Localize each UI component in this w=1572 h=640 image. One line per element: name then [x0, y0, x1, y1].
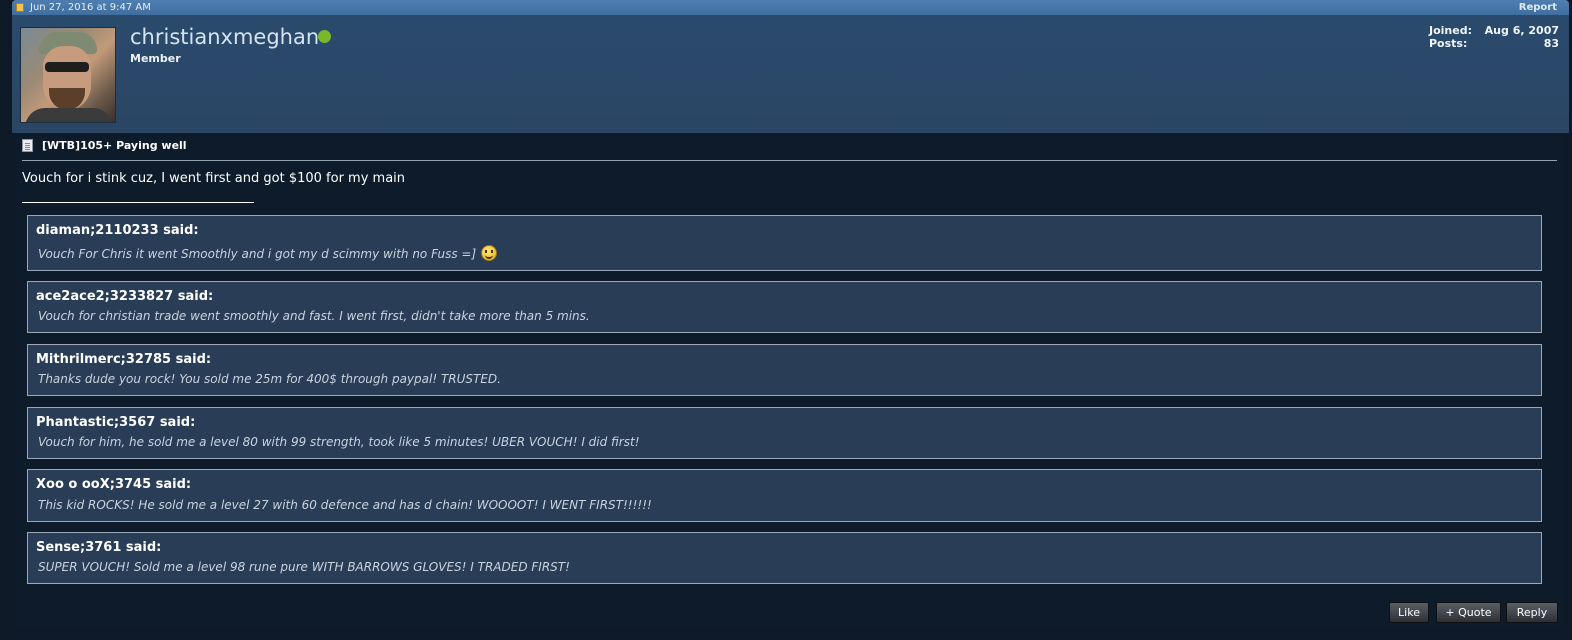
- title-divider: [22, 160, 1557, 161]
- quote-button[interactable]: + Quote: [1436, 602, 1501, 623]
- post-message: Vouch for i stink cuz, I went first and …: [22, 171, 406, 186]
- user-title: Member: [130, 52, 181, 65]
- quote-author[interactable]: Phantastic;3567 said:: [36, 415, 195, 430]
- quote-text-row: Vouch For Chris it went Smoothly and i g…: [38, 245, 498, 261]
- quote-author[interactable]: Xoo o ooX;3745 said:: [36, 477, 191, 492]
- post-date: Jun 27, 2016 at 9:47 AM: [30, 2, 151, 13]
- joined-value: Aug 6, 2007: [1484, 24, 1559, 37]
- quote-text: Vouch for him, he sold me a level 80 wit…: [38, 435, 640, 449]
- quote-block: ace2ace2;3233827 said: Vouch for christi…: [27, 281, 1542, 333]
- post-title: [WTB]105+ Paying well: [42, 139, 187, 152]
- document-icon: [22, 139, 33, 152]
- quote-text: Vouch For Chris it went Smoothly and i g…: [38, 247, 477, 261]
- quote-author[interactable]: Sense;3761 said:: [36, 540, 161, 555]
- username-link[interactable]: christianxmeghan: [130, 25, 319, 49]
- quote-block: diaman;2110233 said: Vouch For Chris it …: [27, 215, 1542, 271]
- quote-author[interactable]: diaman;2110233 said:: [36, 223, 199, 238]
- joined-label: Joined:: [1429, 24, 1472, 37]
- user-info-panel: christianxmeghan Member Joined: Aug 6, 2…: [12, 15, 1569, 133]
- quote-text: This kid ROCKS! He sold me a level 27 wi…: [38, 498, 652, 512]
- like-button[interactable]: Like: [1389, 602, 1429, 623]
- report-link[interactable]: Report: [1519, 0, 1557, 15]
- quote-text: SUPER VOUCH! Sold me a level 98 rune pur…: [38, 560, 570, 574]
- post-status-icon: [16, 3, 24, 12]
- posts-label: Posts:: [1429, 37, 1468, 50]
- signature-divider: [22, 202, 254, 203]
- grin-smiley-icon: [481, 245, 498, 261]
- post-body: [WTB]105+ Paying well Vouch for i stink …: [16, 133, 1562, 630]
- quote-author[interactable]: Mithrilmerc;32785 said:: [36, 352, 211, 367]
- post-header-bar: Jun 27, 2016 at 9:47 AM Report: [12, 0, 1569, 15]
- reply-button[interactable]: Reply: [1506, 602, 1558, 623]
- user-stats: Joined: Aug 6, 2007 Posts: 83: [1429, 24, 1559, 50]
- posts-value: 83: [1543, 37, 1559, 50]
- quote-text: Vouch for christian trade went smoothly …: [38, 309, 590, 323]
- quote-block: Xoo o ooX;3745 said: This kid ROCKS! He …: [27, 469, 1542, 522]
- quote-text: Thanks dude you rock! You sold me 25m fo…: [38, 372, 501, 386]
- quote-block: Mithrilmerc;32785 said: Thanks dude you …: [27, 344, 1542, 396]
- online-status-icon: [318, 30, 331, 43]
- quote-block: Sense;3761 said: SUPER VOUCH! Sold me a …: [27, 532, 1542, 584]
- quote-block: Phantastic;3567 said: Vouch for him, he …: [27, 407, 1542, 459]
- quote-author[interactable]: ace2ace2;3233827 said:: [36, 289, 213, 304]
- avatar[interactable]: [20, 27, 116, 123]
